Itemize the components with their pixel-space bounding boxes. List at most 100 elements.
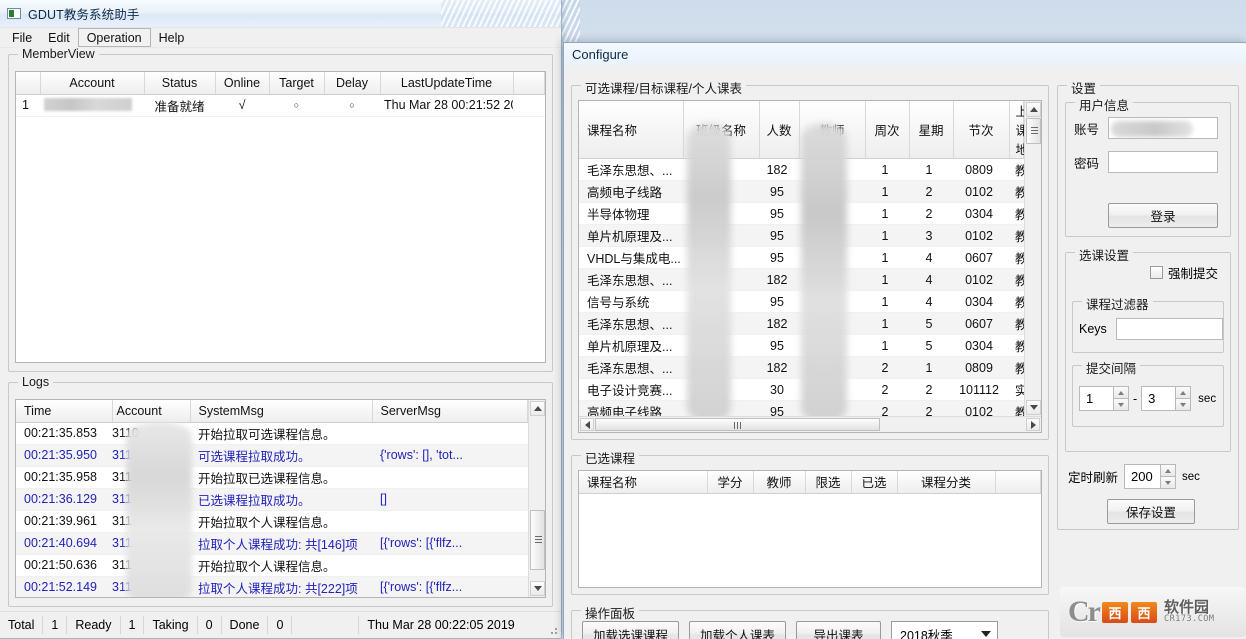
force-submit-checkbox[interactable] [1149, 266, 1163, 279]
interval-min-value[interactable]: 1 [1079, 386, 1113, 411]
spin-down-icon[interactable] [1113, 398, 1129, 411]
interval-min-spin-buttons[interactable] [1113, 386, 1129, 411]
load-available-courses-button[interactable]: 加载选课课程 [582, 621, 679, 639]
log-row[interactable]: 00:21:52.149 311 拉取个人课程成功: 共[222]项 [{'rows'… [16, 576, 528, 597]
cell-period: 0102 [953, 400, 1009, 416]
account-input[interactable] [1108, 117, 1218, 139]
interval-max-spin-buttons[interactable] [1175, 386, 1192, 411]
log-row[interactable]: 00:21:35.950 311 可选课程拉取成功。 {'rows': [], 'to… [16, 444, 528, 467]
col-delay[interactable]: Delay [324, 72, 381, 95]
col-status[interactable]: Status [144, 72, 216, 95]
available-hscrollbar[interactable] [579, 416, 1041, 432]
col-time[interactable]: Time [16, 400, 113, 423]
col-credit[interactable]: 学分 [707, 471, 754, 494]
col-filler[interactable] [513, 72, 545, 95]
main-window-titlebar[interactable]: GDUT教务系统助手 [0, 0, 561, 27]
menu-help[interactable]: Help [151, 28, 193, 47]
col-sel-filler[interactable] [995, 471, 1041, 494]
scroll-up-icon[interactable] [1026, 102, 1041, 117]
auto-refresh-spinner[interactable]: 200 [1124, 464, 1177, 489]
selected-table-wrap: 课程名称 学分 教师 限选 已选 课程分类 [578, 470, 1042, 588]
login-button[interactable]: 登录 [1108, 203, 1218, 228]
menu-operation[interactable]: Operation [77, 28, 151, 47]
log-system-msg: 已选课程拉取成功。 [190, 488, 372, 511]
keys-label: Keys [1079, 322, 1107, 336]
force-submit-row[interactable]: 强制提交 [1066, 263, 1230, 282]
scroll-up-icon[interactable] [530, 401, 545, 416]
status-ready-value: 1 [128, 618, 136, 632]
col-servermsg[interactable]: ServerMsg [372, 400, 528, 423]
spin-up-icon[interactable] [1160, 464, 1177, 476]
cell-day: 4 [909, 268, 953, 291]
menu-edit[interactable]: Edit [40, 28, 78, 47]
spin-up-icon[interactable] [1175, 386, 1192, 398]
scroll-right-icon[interactable] [1026, 418, 1040, 431]
col-index[interactable] [16, 72, 41, 95]
col-count[interactable]: 人数 [759, 101, 800, 159]
col-place[interactable]: 上课地 [1009, 101, 1024, 159]
col-online[interactable]: Online [215, 72, 270, 95]
spin-down-icon[interactable] [1160, 476, 1177, 489]
main-window-title: GDUT教务系统助手 [28, 8, 140, 22]
col-week[interactable]: 周次 [865, 101, 910, 159]
log-row[interactable]: 00:21:35.8533110开始拉取可选课程信息。 [16, 422, 528, 445]
log-row[interactable]: 00:21:35.958 311 开始拉取已选课程信息。 [16, 466, 528, 489]
col-systemmsg[interactable]: SystemMsg [190, 400, 373, 423]
col-chosen[interactable]: 已选 [851, 471, 898, 494]
save-settings-button[interactable]: 保存设置 [1107, 499, 1195, 524]
menu-file[interactable]: File [4, 28, 40, 47]
cell-target: ○ [269, 94, 324, 117]
cell-course-name: 毛泽东思想、... [579, 158, 683, 181]
selected-courses-title: 已选课程 [581, 448, 640, 467]
col-lastupdatetime[interactable]: LastUpdateTime [380, 72, 514, 95]
col-sel-teacher[interactable]: 教师 [753, 471, 806, 494]
memberview-table: Account Status Online Target Delay LastU… [16, 72, 545, 117]
log-server-msg: [{'rows': [{'flfz... [372, 576, 528, 597]
interval-max-spinner[interactable]: 3 [1141, 386, 1192, 411]
available-hscroll-thumb[interactable] [595, 418, 880, 431]
col-target[interactable]: Target [269, 72, 325, 95]
scroll-down-icon[interactable] [1026, 400, 1041, 415]
cell-course-name: 高频电子线路 [579, 400, 683, 416]
logs-scroll-thumb[interactable] [530, 510, 545, 570]
term-select[interactable]: 2018秋季 [891, 621, 998, 639]
log-row[interactable]: 00:21:39.961 311 开始拉取个人课程信息。 [16, 510, 528, 533]
cell-count: 95 [759, 400, 799, 416]
col-category[interactable]: 课程分类 [897, 471, 996, 494]
interval-min-spinner[interactable]: 1 [1079, 386, 1129, 411]
cell-day: 5 [909, 334, 953, 357]
watermark-logo: Cr 西 西 软件园 CR173.COM [1060, 587, 1246, 637]
col-period[interactable]: 节次 [953, 101, 1010, 159]
table-row[interactable]: 1 准备就绪 √ ○ ○ Thu Mar 28 00:21:52 2019 [16, 94, 545, 117]
available-scroll-thumb[interactable] [1026, 118, 1041, 144]
cell-index: 1 [16, 94, 40, 117]
course-filter-group: 课程过滤器 Keys [1072, 294, 1224, 353]
scroll-left-icon[interactable] [580, 418, 594, 431]
password-input[interactable] [1108, 151, 1218, 173]
export-schedule-button[interactable]: 导出课表 [796, 621, 881, 639]
resize-grip-icon[interactable] [548, 625, 558, 635]
auto-refresh-value[interactable]: 200 [1124, 464, 1161, 489]
log-row[interactable]: 00:21:36.129 311 已选课程拉取成功。[] [16, 488, 528, 511]
interval-max-value[interactable]: 3 [1141, 386, 1176, 411]
auto-refresh-spin-buttons[interactable] [1160, 464, 1177, 489]
col-log-account[interactable]: Account [112, 400, 191, 423]
spin-up-icon[interactable] [1113, 386, 1129, 398]
col-account[interactable]: Account [40, 72, 145, 95]
keys-input[interactable] [1116, 318, 1223, 340]
col-day[interactable]: 星期 [909, 101, 954, 159]
status-done-value: 0 [276, 618, 284, 632]
memberview-group: MemberView Account Status Online Target … [8, 47, 553, 372]
scroll-down-icon[interactable] [530, 581, 545, 596]
col-limit[interactable]: 限选 [805, 471, 852, 494]
password-label: 密码 [1074, 156, 1100, 171]
col-sel-course-name[interactable]: 课程名称 [579, 471, 708, 494]
available-vscrollbar[interactable] [1024, 101, 1041, 416]
log-row[interactable]: 00:21:40.694 311 拉取个人课程成功: 共[146]项 [{'rows'… [16, 532, 528, 555]
cell-count: 182 [759, 356, 799, 379]
logs-vscrollbar[interactable] [528, 400, 545, 597]
load-personal-schedule-button[interactable]: 加载个人课表 [689, 621, 786, 639]
log-row[interactable]: 00:21:50.636 311 开始拉取个人课程信息。 [16, 554, 528, 577]
spin-down-icon[interactable] [1175, 398, 1192, 411]
col-course-name[interactable]: 课程名称 [579, 101, 684, 159]
